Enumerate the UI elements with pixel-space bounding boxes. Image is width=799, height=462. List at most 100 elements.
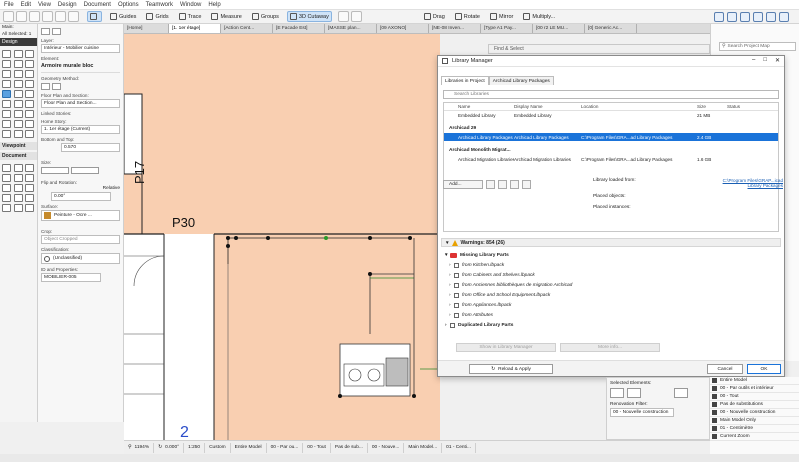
wall-tool-icon[interactable] — [2, 50, 11, 58]
rectangle-method-icon[interactable] — [41, 83, 50, 90]
menu-help[interactable]: Help — [208, 2, 220, 8]
hotspot-7[interactable] — [368, 272, 372, 276]
publisher-icon[interactable] — [753, 11, 763, 22]
menu-teamwork[interactable]: Teamwork — [146, 2, 173, 8]
curtain-wall-tool-icon[interactable] — [25, 80, 35, 88]
dialog-title-bar[interactable]: Library Manager – □ ✕ — [438, 56, 784, 67]
info-icon[interactable] — [522, 179, 531, 189]
mirror-button[interactable]: Mirror — [488, 11, 515, 22]
warnings-header[interactable]: ▾ Warnings: 854 (26) — [441, 238, 781, 247]
hotspot-tool-icon[interactable] — [25, 184, 35, 192]
tab-inventaire[interactable]: [NE-08 Inven... — [429, 24, 481, 33]
loaded-from-link[interactable]: C:\Program Files\GRAP...icad Library Pac… — [717, 178, 783, 188]
project-map-icon[interactable] — [714, 11, 724, 22]
tab-libraries-in-project[interactable]: Libraries in Project — [441, 76, 489, 85]
opening-tool-icon[interactable] — [25, 100, 35, 108]
zoom-field[interactable]: ⚲ 1194% — [124, 442, 155, 453]
tab-masse-plan[interactable]: [MASSE plan... — [325, 24, 377, 33]
crop-select[interactable]: Object Cropped — [41, 235, 120, 244]
floorplan-button[interactable]: Floor Plan and Section... — [41, 99, 120, 108]
column-tool-icon[interactable] — [2, 60, 11, 68]
option-substitutions[interactable]: Pas de substitutions — [710, 401, 799, 409]
print-icon[interactable] — [68, 11, 79, 22]
morph-tool-icon[interactable] — [13, 100, 23, 108]
terrain-tool-icon[interactable] — [2, 120, 11, 128]
col-size[interactable]: Size — [697, 104, 727, 109]
width-field[interactable] — [41, 167, 69, 174]
new-file-icon[interactable] — [3, 11, 14, 22]
pipe-tool-icon[interactable] — [25, 110, 35, 118]
cancel-button[interactable]: Cancel — [707, 364, 743, 374]
renovation-filter-select[interactable]: 00 - Nouvelle construction — [610, 408, 674, 417]
relative-label[interactable]: Relative — [103, 186, 120, 191]
add-library-button[interactable]: Add... — [443, 179, 483, 189]
option-tout[interactable]: 00 - Tout — [710, 393, 799, 401]
groups-button[interactable]: Groups — [250, 11, 281, 22]
show-in-library-manager-button[interactable]: Show in Library Manager — [456, 343, 556, 352]
custom-field[interactable]: Custom — [205, 442, 231, 453]
library-row-packages[interactable]: Archicad Library Packages Archicad Libra… — [444, 133, 778, 141]
hotspot-9[interactable] — [412, 394, 416, 398]
library-group-migration[interactable]: Archicad Monolith Migrat... — [444, 146, 778, 155]
arc-tool-icon[interactable] — [13, 174, 23, 182]
viewpoint-section-header[interactable]: Viewpoint — [0, 142, 37, 150]
tab-le-mu[interactable]: [00 r2 LE MU... — [533, 24, 585, 33]
tree-item-migration[interactable]: › from Anciennes bibliothèques de migrat… — [443, 280, 778, 290]
grids-button[interactable]: Grids — [144, 11, 170, 22]
close-icon[interactable]: ✕ — [775, 57, 780, 64]
col-display-name[interactable]: Display Name — [514, 104, 581, 109]
section-tool-icon[interactable] — [13, 194, 23, 202]
library-row-embedded[interactable]: Embedded Library Embedded Library 21 MB — [444, 111, 778, 119]
option-renovation[interactable]: 00 - Nouvelle construction — [710, 409, 799, 417]
mep-tool-icon[interactable] — [2, 110, 11, 118]
select-all-icon[interactable] — [610, 388, 624, 398]
library-row-migration[interactable]: Archicad Migration Libraries Archicad Mi… — [444, 155, 778, 163]
option-layer-combo[interactable]: 00 - Par outils et intérieur — [710, 385, 799, 393]
renovation-field[interactable]: 00 - Nouve... — [368, 442, 405, 453]
move-up-icon[interactable] — [510, 179, 519, 189]
menu-edit[interactable]: Edit — [21, 2, 31, 8]
multiply-button[interactable]: Multiply... — [521, 11, 557, 22]
main-model-field[interactable]: Main Model... — [404, 442, 443, 453]
rotate-button[interactable]: Rotate — [453, 11, 482, 22]
slab-tool-icon[interactable] — [25, 60, 35, 68]
view-map-icon[interactable] — [727, 11, 737, 22]
ok-button[interactable]: OK — [747, 364, 781, 374]
window-tool-icon[interactable] — [25, 50, 35, 58]
tree-duplicated-parts[interactable]: › Duplicated Library Parts — [443, 320, 778, 330]
substitution-field[interactable]: Pas de sub... — [331, 442, 368, 453]
tree-item-office[interactable]: › from Office and School Equipment.lbpac… — [443, 290, 778, 300]
filter-icon[interactable] — [627, 388, 641, 398]
layout-book-icon[interactable] — [740, 11, 750, 22]
floor-plan-canvas[interactable]: P17 P30 repos 2 2 — [124, 34, 440, 440]
corner-window-tool-icon[interactable] — [25, 120, 35, 128]
minimize-icon[interactable]: – — [752, 57, 755, 64]
library-group-archicad29[interactable]: Archicad 29 — [444, 124, 778, 133]
layer-combo-field[interactable]: 00 - Par ou... — [267, 442, 304, 453]
library-search-input[interactable]: Search Libraries — [443, 90, 779, 99]
col-name[interactable]: Name — [444, 104, 514, 109]
document-section-header[interactable]: Document — [0, 152, 37, 160]
tab-axono[interactable]: [09 AXONO] — [377, 24, 429, 33]
unit-field[interactable]: 01 - Centi... — [442, 442, 476, 453]
reload-apply-button[interactable]: ↻ Reload & Apply — [469, 364, 553, 374]
fill-tool-icon[interactable] — [2, 184, 11, 192]
find-select-palette[interactable]: Find & Select — [488, 44, 710, 54]
surface-select[interactable]: Peinture - Ocre ... — [41, 210, 120, 221]
tab-facade-est[interactable]: [E Facade Est] — [273, 24, 325, 33]
tab-action-center[interactable]: [Action Cent... — [221, 24, 273, 33]
tree-item-cabinets[interactable]: › from Cabinets and Shelves.lbpack — [443, 270, 778, 280]
shell-tool-icon[interactable] — [13, 70, 23, 78]
spline-tool-icon[interactable] — [13, 184, 23, 192]
height-field[interactable]: 0.570 — [61, 143, 120, 152]
navigator-search[interactable]: ⚲ Search Project Map — [719, 42, 796, 51]
change-tool-icon[interactable] — [25, 204, 35, 212]
tree-item-appliances[interactable]: › from Appliances.lbpack — [443, 300, 778, 310]
cutaway-button[interactable]: 3D Cutaway — [286, 11, 332, 22]
col-location[interactable]: Location — [581, 104, 697, 109]
pen-set-field[interactable]: 00 - Tout — [303, 442, 331, 453]
home-story-select[interactable]: 1. 1er étage (Current) — [41, 125, 120, 134]
railing-tool-icon[interactable] — [13, 80, 23, 88]
hotspot-5[interactable] — [408, 236, 412, 240]
tree-item-attributes[interactable]: › from Attributes — [443, 310, 778, 320]
